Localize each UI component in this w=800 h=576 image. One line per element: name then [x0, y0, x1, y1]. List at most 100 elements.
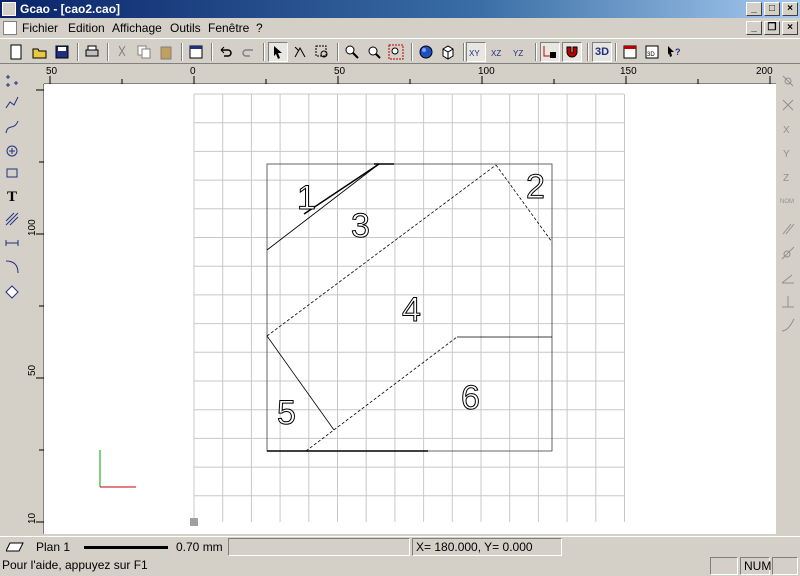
- paste-icon[interactable]: [156, 42, 176, 62]
- properties-bar: Plan 1 0.70 mm X= 180.000, Y= 0.000: [0, 536, 800, 556]
- zoom-prev-icon[interactable]: [364, 42, 384, 62]
- drawing-svg: 1 2 3 4 5 6: [99, 93, 625, 526]
- zoom-window-icon[interactable]: [312, 42, 332, 62]
- plane-name[interactable]: Plan 1: [36, 540, 70, 554]
- region-label-1: 1: [297, 179, 316, 217]
- context-help-icon[interactable]: ?: [664, 42, 684, 62]
- coordinates-display: X= 180.000, Y= 0.000: [412, 538, 562, 556]
- menu-fichier[interactable]: Fichier: [22, 21, 58, 35]
- curve-tool-icon[interactable]: [3, 118, 21, 136]
- zoom-icon[interactable]: [342, 42, 362, 62]
- cut-icon[interactable]: [112, 42, 132, 62]
- close-button[interactable]: ×: [782, 2, 798, 16]
- render-sphere-icon[interactable]: [416, 42, 436, 62]
- window-layout-icon[interactable]: [620, 42, 640, 62]
- select-arrow-icon[interactable]: [268, 42, 288, 62]
- fillet-tool-icon[interactable]: [3, 258, 21, 276]
- document-icon[interactable]: [3, 21, 17, 35]
- window-title: Gcao - [cao2.cao]: [20, 2, 121, 16]
- snap-z-icon[interactable]: Z: [779, 168, 797, 186]
- copy-icon[interactable]: [134, 42, 154, 62]
- erase-tool-icon[interactable]: [3, 282, 21, 300]
- svg-text:Z: Z: [783, 173, 789, 184]
- ruler-label: 0: [190, 66, 196, 77]
- ruler-corner: [24, 64, 44, 84]
- ruler-label: 100: [478, 66, 495, 77]
- open-icon[interactable]: [30, 42, 50, 62]
- region-label-5: 5: [277, 394, 296, 432]
- num-lock-indicator: NUM: [740, 557, 771, 575]
- region-label-2: 2: [526, 168, 545, 206]
- svg-text:XZ: XZ: [491, 49, 501, 58]
- ruler-label: 50: [27, 364, 38, 376]
- horizontal-ruler: 50 0 50 100 150 200: [44, 64, 776, 84]
- angle-icon[interactable]: [779, 268, 797, 286]
- ruler-label: 10: [27, 512, 38, 524]
- snap-x-icon[interactable]: X: [779, 120, 797, 138]
- curve-snap-icon[interactable]: [779, 316, 797, 334]
- svg-text:X: X: [783, 125, 790, 136]
- help-text: Pour l'aide, appuyez sur F1: [2, 558, 148, 572]
- ruler-label: 50: [46, 66, 58, 77]
- text-tool-icon[interactable]: T: [3, 188, 21, 206]
- app-window: Gcao - [cao2.cao] _ □ × Fichier Edition …: [0, 0, 800, 576]
- snap-intersection-icon[interactable]: [779, 96, 797, 114]
- redo-icon[interactable]: [238, 42, 258, 62]
- grid-snap-icon[interactable]: [540, 42, 560, 62]
- snap-name-icon[interactable]: NOM: [779, 190, 797, 208]
- circle-tool-icon[interactable]: [3, 142, 21, 160]
- diagonal-dashed-3: [305, 336, 458, 452]
- snap-toolbar: X Y Z NOM: [776, 64, 800, 534]
- dimension-tool-icon[interactable]: [3, 234, 21, 252]
- new-icon[interactable]: [6, 42, 26, 62]
- cube-icon[interactable]: [438, 42, 458, 62]
- rectangle-tool-icon[interactable]: [3, 164, 21, 182]
- title-bar: Gcao - [cao2.cao] _ □ ×: [0, 0, 800, 18]
- menu-bar: Fichier Edition Affichage Outils Fenêtre…: [0, 18, 800, 38]
- view-3d-button[interactable]: 3D: [592, 42, 612, 62]
- zoom-all-icon[interactable]: [386, 42, 406, 62]
- drawing-canvas[interactable]: 1 2 3 4 5 6: [44, 84, 776, 534]
- polyline-tool-icon[interactable]: [3, 94, 21, 112]
- menu-help[interactable]: ?: [256, 21, 263, 35]
- parallel-icon[interactable]: [779, 220, 797, 238]
- snap-end-icon[interactable]: [779, 72, 797, 90]
- svg-text:YZ: YZ: [513, 49, 523, 58]
- save-icon[interactable]: [52, 42, 72, 62]
- menu-fenetre[interactable]: Fenêtre: [208, 21, 249, 35]
- mdi-close-button[interactable]: ×: [782, 21, 798, 35]
- plane-icon: [5, 541, 24, 552]
- svg-text:XY: XY: [469, 49, 480, 58]
- properties-icon[interactable]: [186, 42, 206, 62]
- region-label-4: 4: [402, 291, 421, 329]
- menu-outils[interactable]: Outils: [170, 21, 201, 35]
- plane-xy-icon[interactable]: XY: [466, 42, 486, 62]
- ruler-label: 150: [620, 66, 637, 77]
- status-panel-empty: [228, 538, 410, 556]
- line-width-sample: [84, 546, 168, 549]
- maximize-button[interactable]: □: [764, 2, 780, 16]
- mdi-minimize-button[interactable]: _: [746, 21, 762, 35]
- magnet-snap-icon[interactable]: [562, 42, 582, 62]
- window-3d-icon[interactable]: 3D: [642, 42, 662, 62]
- point-tool-icon[interactable]: [3, 72, 21, 90]
- hatch-tool-icon[interactable]: [3, 210, 21, 228]
- main-toolbar: XY XZ YZ 3D 3D ?: [0, 38, 800, 64]
- minimize-button[interactable]: _: [746, 2, 762, 16]
- plane-yz-icon[interactable]: YZ: [510, 42, 530, 62]
- snap-y-icon[interactable]: Y: [779, 144, 797, 162]
- svg-text:3D: 3D: [647, 52, 655, 58]
- tangent-icon[interactable]: [779, 244, 797, 262]
- perpendicular-icon[interactable]: [779, 292, 797, 310]
- app-icon: [2, 2, 16, 16]
- mdi-restore-button[interactable]: ❐: [764, 21, 780, 35]
- menu-edition[interactable]: Edition: [68, 21, 105, 35]
- node-edit-icon[interactable]: [290, 42, 310, 62]
- line-width-value[interactable]: 0.70 mm: [176, 540, 223, 554]
- svg-text:?: ?: [675, 47, 681, 57]
- print-icon[interactable]: [82, 42, 102, 62]
- plane-xz-icon[interactable]: XZ: [488, 42, 508, 62]
- menu-affichage[interactable]: Affichage: [112, 21, 162, 35]
- undo-icon[interactable]: [216, 42, 236, 62]
- status-caps: [710, 557, 738, 575]
